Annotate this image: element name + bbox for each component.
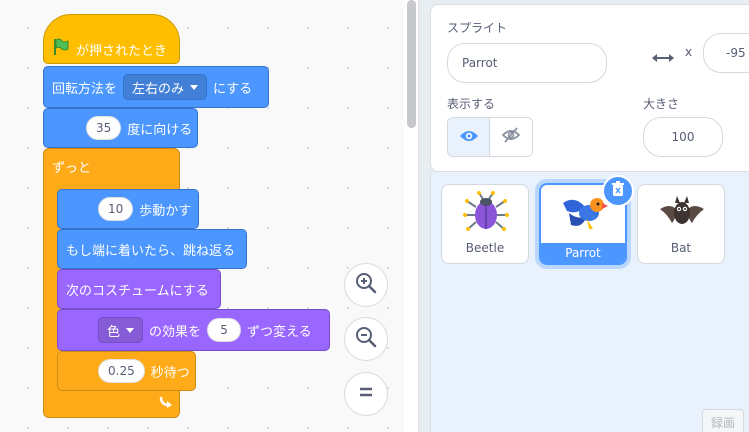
chevron-down-icon: [126, 327, 135, 333]
wait-seconds-input[interactable]: 0.25: [98, 359, 145, 383]
hat-label: が押されたとき: [76, 43, 168, 59]
forever-label: ずっと: [52, 161, 92, 176]
sprite-name-beetle: Beetle: [465, 241, 505, 255]
horizontal-arrows-icon: [651, 49, 675, 68]
direction-input[interactable]: 35: [86, 116, 122, 140]
point-label: 度に向ける: [127, 122, 193, 138]
size-input[interactable]: 100: [643, 117, 723, 157]
next-costume-block[interactable]: 次のコスチュームにする: [57, 269, 221, 309]
rotation-style-dropdown[interactable]: 左右のみ: [123, 74, 208, 100]
script-scrollbar[interactable]: [407, 0, 416, 128]
eye-slash-icon: [501, 127, 521, 147]
trash-icon: [611, 181, 625, 201]
effect-value: 色: [107, 324, 121, 340]
zoom-in-icon: [354, 271, 378, 299]
next-costume-label: 次のコスチュームにする: [66, 283, 209, 299]
zoom-in-button[interactable]: [344, 263, 388, 307]
delete-sprite-button[interactable]: [602, 175, 634, 207]
effect-suffix-label: ずつ変える: [247, 324, 312, 340]
rotation-style-value: 左右のみ: [132, 81, 185, 97]
sprite-tile-bat[interactable]: Bat: [637, 184, 725, 264]
bounce-label: もし端に着いたら、跳ね返る: [66, 243, 236, 259]
sprite-info-panel: スプライト Parrot x -95 表示する 大きさ 100: [430, 4, 749, 172]
when-flag-clicked-block[interactable]: が押されたとき: [43, 14, 180, 64]
zoom-out-icon: [354, 325, 378, 353]
equals-icon: [356, 382, 376, 406]
sprite-name-bat: Bat: [670, 241, 692, 255]
sprite-name-parrot: Parrot: [541, 243, 625, 263]
bat-icon: [658, 195, 706, 233]
eye-icon: [459, 128, 479, 147]
zoom-reset-button[interactable]: [344, 372, 388, 416]
move-steps-block[interactable]: 10 歩動かす: [57, 189, 199, 229]
wait-label: 秒待つ: [150, 365, 190, 381]
hide-button[interactable]: [490, 118, 532, 156]
sprite-tile-beetle[interactable]: Beetle: [441, 184, 529, 264]
change-effect-block[interactable]: 色 の効果を 5 ずつ変える: [57, 309, 330, 351]
sprite-name-input[interactable]: Parrot: [447, 43, 607, 83]
steps-input[interactable]: 10: [98, 197, 134, 221]
chevron-down-icon: [190, 84, 199, 90]
effect-amount-input[interactable]: 5: [207, 318, 242, 342]
set-rotation-style-block[interactable]: 回転方法を 左右のみ にする: [43, 66, 269, 108]
parrot-icon: [559, 193, 609, 237]
show-button[interactable]: [448, 118, 491, 156]
loop-arrow-icon: [158, 395, 174, 413]
script-area[interactable]: ずっと が押されたとき 回転方法を 左右のみ にする 35 度に向ける 10 歩…: [0, 0, 404, 432]
green-flag-icon: [52, 38, 70, 60]
beetle-icon: [462, 191, 510, 239]
wait-block[interactable]: 0.25 秒待つ: [57, 351, 196, 391]
move-label: 歩動かす: [139, 203, 192, 219]
x-position-input[interactable]: -95: [703, 33, 749, 73]
show-label: 表示する: [447, 97, 496, 111]
rotation-suffix: にする: [213, 81, 253, 97]
sprite-label: スプライト: [447, 21, 508, 35]
effect-dropdown[interactable]: 色: [98, 317, 144, 343]
size-label: 大きさ: [643, 97, 680, 111]
if-on-edge-bounce-block[interactable]: もし端に着いたら、跳ね返る: [57, 229, 247, 269]
effect-mid-label: の効果を: [149, 324, 202, 340]
point-in-direction-block[interactable]: 35 度に向ける: [43, 108, 198, 148]
zoom-out-button[interactable]: [344, 317, 388, 361]
visibility-toggle: [447, 117, 533, 157]
x-label: x: [685, 45, 693, 59]
rotation-prefix: 回転方法を: [52, 81, 118, 97]
record-button[interactable]: 録画: [702, 409, 744, 432]
